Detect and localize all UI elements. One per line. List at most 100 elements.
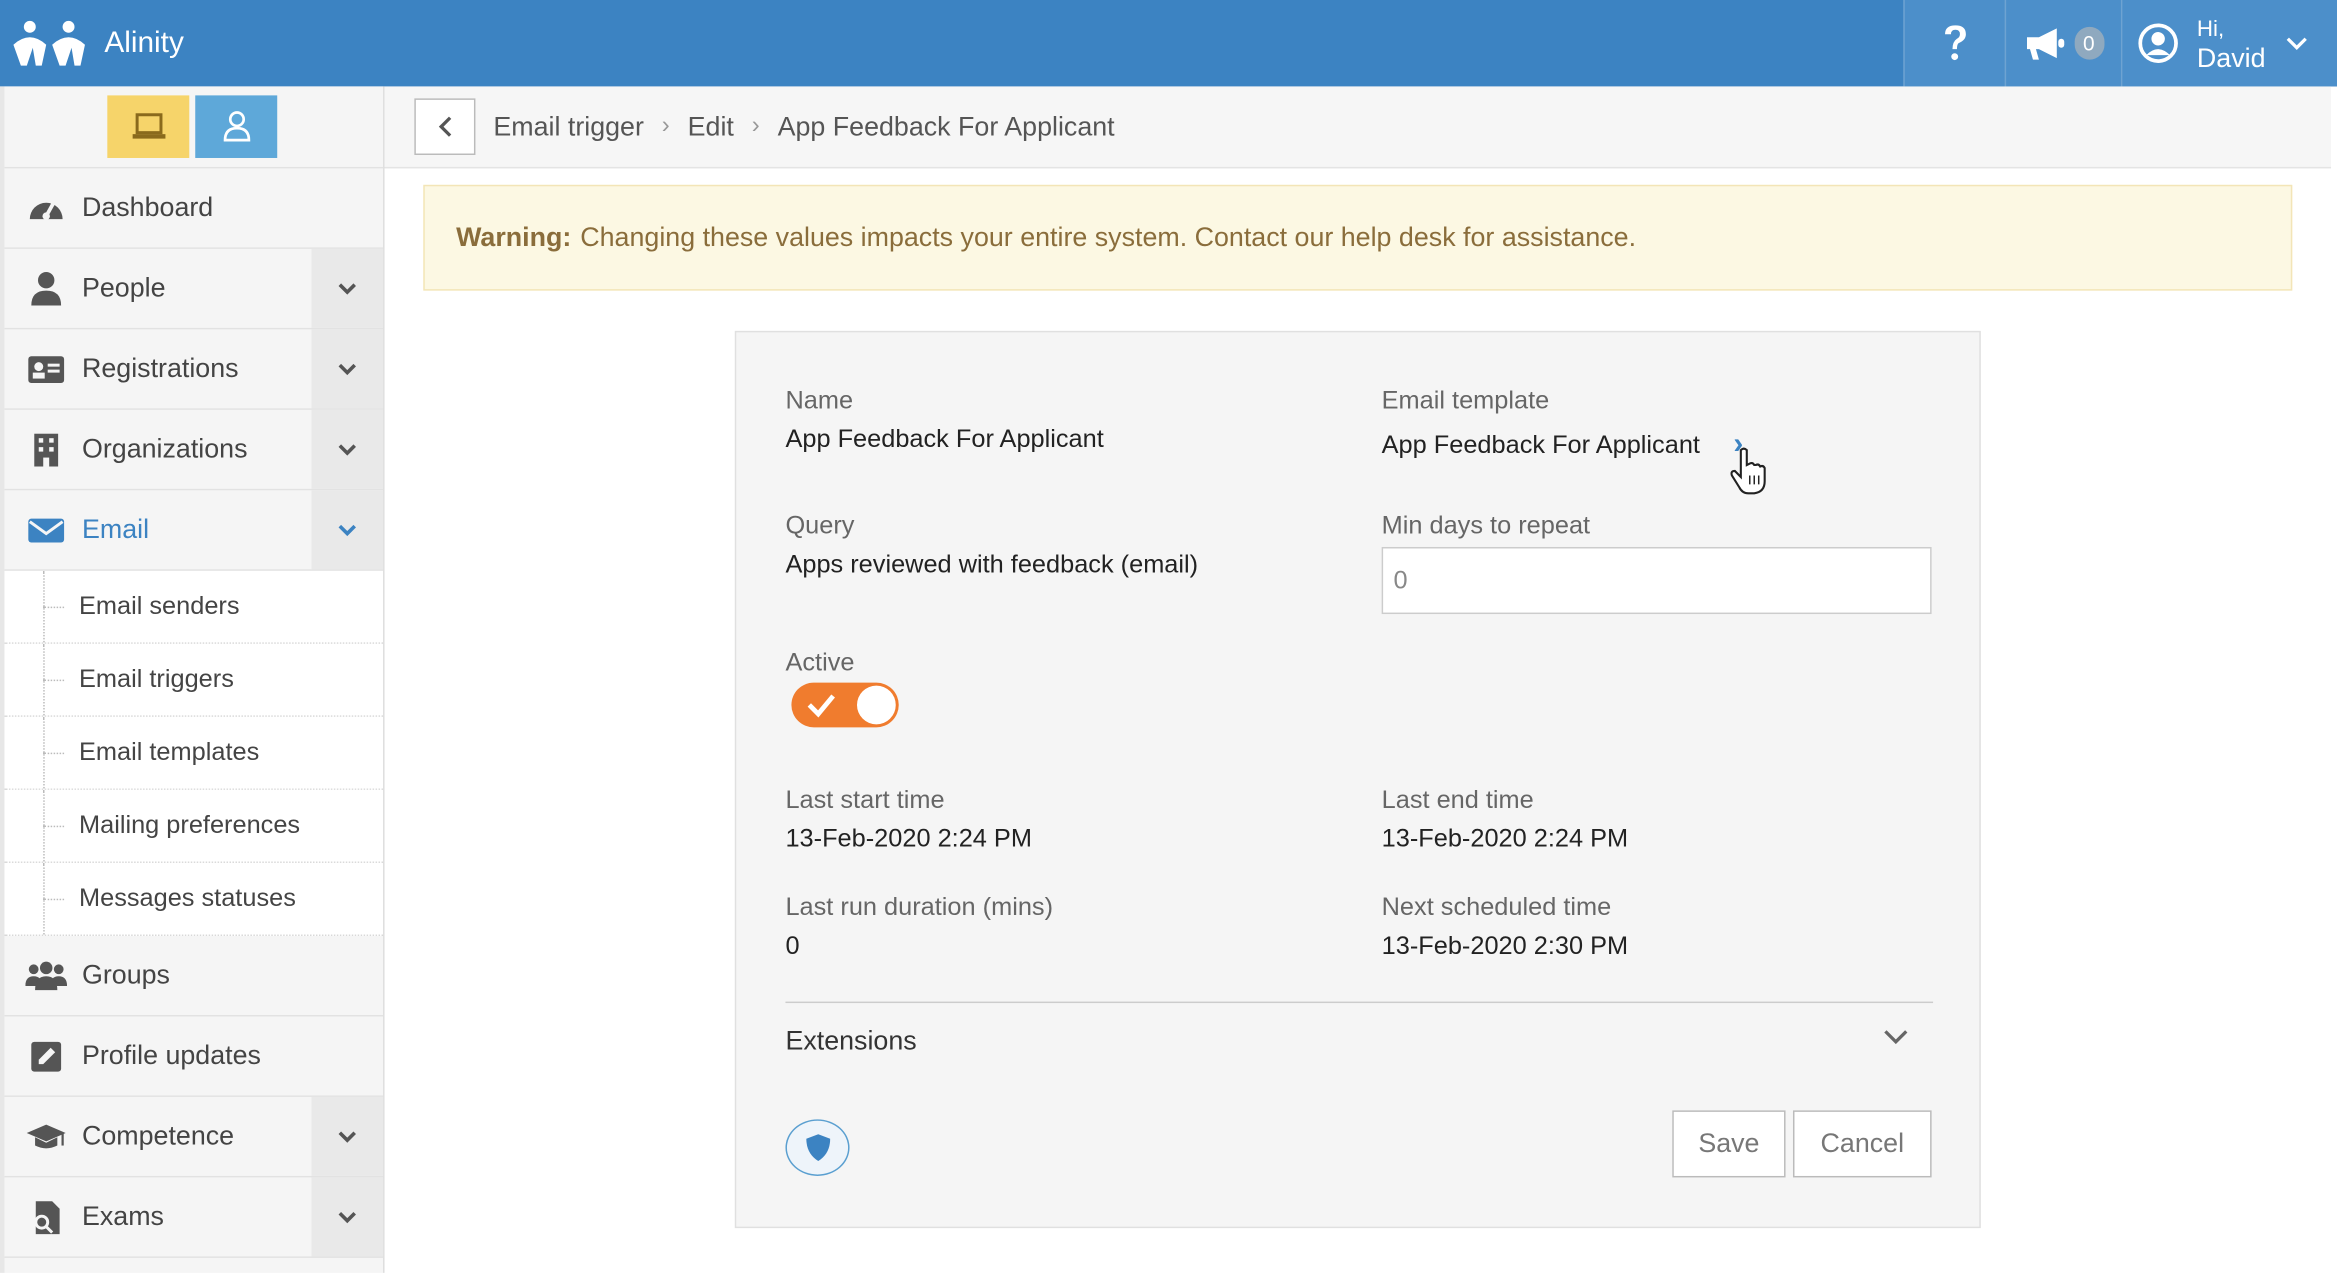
active-toggle[interactable] [791,682,899,728]
user-icon [222,111,250,142]
user-mode-button[interactable] [195,95,278,158]
graduation-cap-icon [25,1116,67,1158]
next-scheduled-label: Next scheduled time [1381,892,1612,922]
user-name: David [2196,42,2266,73]
chevron-left-icon [438,116,451,137]
chevron-down-icon[interactable] [1881,1027,1911,1048]
sidebar-subitem-messages-statuses[interactable]: Messages statuses [4,862,384,936]
check-icon [807,694,835,718]
app-name: Alinity [104,26,184,59]
chevron-down-icon [338,1130,356,1142]
save-button[interactable]: Save [1672,1110,1786,1178]
chevron-down-icon [2286,37,2307,51]
sidebar-item-dashboard[interactable]: Dashboard [4,168,384,249]
breadcrumb-edit[interactable]: Edit [688,111,734,142]
sidebar-item-competence[interactable]: Competence [4,1096,384,1178]
sidebar-subitem-mailing-preferences[interactable]: Mailing preferences [4,789,384,863]
notifications-button[interactable]: 0 [2004,0,2121,87]
extensions-toggle[interactable]: Extensions [785,1025,916,1056]
sidebar-item-label: Dashboard [81,192,214,223]
expand-email-button[interactable] [311,490,384,570]
chevron-down-icon [338,1211,356,1223]
warning-alert: Warning: Changing these values impacts y… [423,184,2293,291]
shield-icon [805,1134,830,1162]
sidebar-item-profile-updates[interactable]: Profile updates [4,1016,384,1097]
breadcrumb-separator: › [661,113,670,139]
sidebar-item-label: Profile updates [81,1040,261,1071]
chevron-down-icon [338,524,356,536]
expand-competence-button[interactable] [311,1096,384,1176]
active-label: Active [785,648,855,677]
sidebar-item-groups[interactable]: Groups [4,935,384,1017]
sidebar-item-people[interactable]: People [4,248,384,330]
id-card-icon [25,348,67,390]
security-button[interactable] [785,1119,850,1176]
sidebar-item-label: Registrations [81,353,239,384]
last-run-value: 0 [785,931,800,960]
top-bar: Alinity 0 Hi, David [0,0,2337,87]
building-icon [25,428,67,470]
user-greeting: Hi, David [2196,14,2266,73]
email-template-label: Email template [1381,386,1550,415]
name-label: Name [785,386,854,415]
last-start-label: Last start time [785,785,945,814]
query-label: Query [785,511,855,540]
desktop-mode-button[interactable] [107,95,190,158]
query-value: Apps reviewed with feedback (email) [785,549,1199,579]
sidebar-item-label: People [81,272,166,303]
notification-count-badge: 0 [2073,26,2104,60]
desktop-icon [131,113,165,139]
question-icon [1944,25,1966,61]
warning-message: Changing these values impacts your entir… [580,222,1637,252]
megaphone-icon [2026,28,2064,60]
sidebar-item-exams[interactable]: Exams [4,1177,384,1258]
sidebar-item-label: Email [81,514,150,545]
alinity-logo-icon [13,20,85,66]
warning-prefix: Warning: [456,222,572,252]
breadcrumb-separator: › [751,113,760,139]
envelope-icon [25,509,67,551]
last-end-label: Last end time [1381,785,1534,814]
sidebar-item-email[interactable]: Email [4,490,384,571]
expand-organizations-button[interactable] [311,409,384,489]
user-menu-button[interactable]: Hi, David [2120,0,2337,87]
breadcrumb: Email trigger › Edit › App Feedback For … [384,86,2332,169]
sidebar-item-label: Exams [81,1201,164,1232]
expand-people-button[interactable] [311,248,384,328]
next-scheduled-value: 13-Feb-2020 2:30 PM [1381,931,1629,960]
sidebar-item-label: Organizations [81,433,248,464]
min-days-input[interactable]: 0 [1381,546,1932,615]
min-days-label: Min days to repeat [1381,511,1591,540]
last-run-label: Last run duration (mins) [785,892,1054,922]
expand-registrations-button[interactable] [311,329,384,409]
last-end-value: 13-Feb-2020 2:24 PM [1381,824,1629,853]
sidebar: Dashboard People Registrations Organizat… [0,86,385,1273]
cancel-button[interactable]: Cancel [1792,1110,1932,1178]
hand-cursor-icon [1730,447,1766,495]
sidebar-item-label: Groups [81,959,170,990]
sidebar-item-registrations[interactable]: Registrations [4,329,384,410]
last-start-value: 13-Feb-2020 2:24 PM [785,824,1032,853]
mode-switcher [4,86,384,169]
sidebar-subitem-email-senders[interactable]: Email senders [4,570,384,644]
group-icon [25,955,68,997]
expand-exams-button[interactable] [311,1177,384,1257]
person-icon [25,268,67,310]
sidebar-subitem-email-triggers[interactable]: Email triggers [4,643,384,717]
name-value: App Feedback For Applicant [785,424,1104,454]
exam-icon [25,1196,67,1238]
sidebar-subitem-email-templates[interactable]: Email templates [4,716,384,790]
chevron-down-icon [338,363,356,375]
email-template-value: App Feedback For Applicant [1381,430,1700,460]
chevron-down-icon [338,443,356,455]
breadcrumb-email-trigger[interactable]: Email trigger [493,111,644,142]
sidebar-item-label: Competence [81,1120,235,1151]
email-trigger-form: Name App Feedback For Applicant Email te… [734,330,1981,1229]
back-button[interactable] [414,98,476,156]
chevron-down-icon [338,282,356,294]
user-circle-icon [2138,23,2178,63]
divider [785,1001,1934,1004]
help-button[interactable] [1903,0,2005,87]
sidebar-item-organizations[interactable]: Organizations [4,409,384,491]
app-logo[interactable]: Alinity [9,18,184,69]
